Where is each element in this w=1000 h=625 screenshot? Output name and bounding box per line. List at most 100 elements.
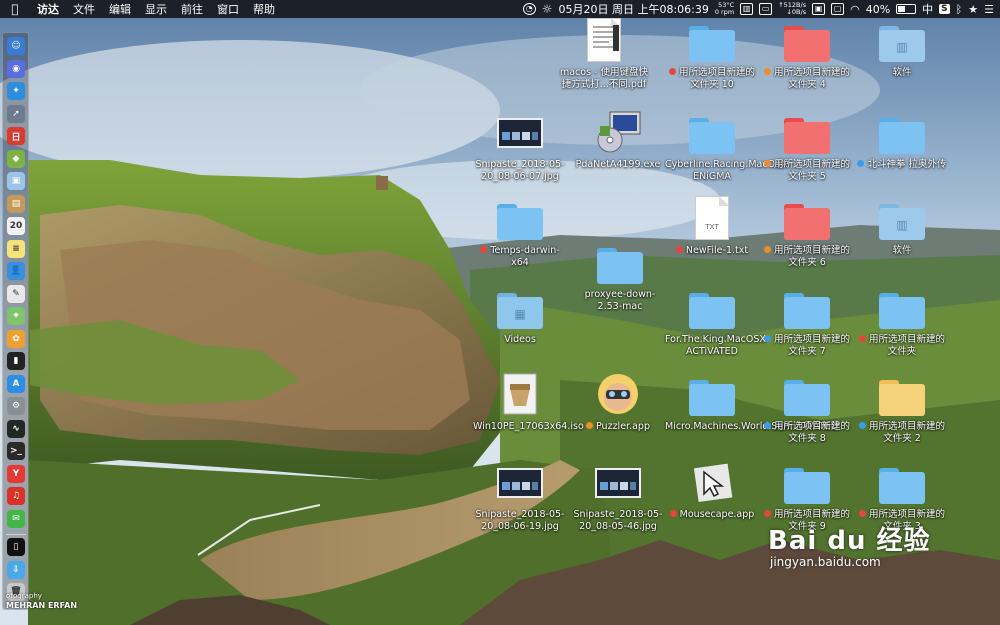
- android-icon[interactable]: ◆: [7, 149, 25, 168]
- desktop-item[interactable]: Snipaste_2018-05-20_08-06-19.jpg: [473, 460, 567, 533]
- desktop-item[interactable]: ▥ 软件: [855, 196, 949, 257]
- desktop-item-thumbnail: [760, 18, 854, 62]
- menu-view[interactable]: 显示: [138, 1, 174, 17]
- desktop-item[interactable]: Mousecape.app: [665, 460, 759, 521]
- desktop-item-name: PdaNetA4199.exe: [575, 159, 661, 170]
- image-file-icon: [595, 468, 641, 498]
- wechat-icon[interactable]: ✉: [7, 509, 25, 528]
- menu-help[interactable]: 帮助: [246, 1, 282, 17]
- activity-monitor-icon[interactable]: ∿: [7, 419, 25, 438]
- dock-app-glyph: ▤: [11, 198, 21, 209]
- desktop-item-label: NewFile-1.txt: [665, 245, 759, 257]
- menu-file[interactable]: 文件: [66, 1, 102, 17]
- menu-finder[interactable]: 访达: [30, 1, 66, 17]
- desktop-item[interactable]: ▦ Videos: [473, 285, 567, 346]
- folder-red-icon: [784, 118, 830, 154]
- desktop-item[interactable]: ▥ 软件: [855, 18, 949, 79]
- battery-icon[interactable]: [896, 4, 917, 14]
- maps-icon[interactable]: ⌖: [7, 307, 25, 325]
- safari-icon[interactable]: ✦: [7, 82, 25, 100]
- desktop-item-label: 用所选项目新建的文件夹 6: [760, 245, 854, 269]
- desktop-item[interactable]: 用所选项目新建的文件夹 5: [760, 110, 854, 183]
- desktop-item[interactable]: Temps-darwin-x64: [473, 196, 567, 269]
- notes-icon[interactable]: ≡: [7, 239, 25, 258]
- notes-brown-icon[interactable]: ▤: [7, 194, 25, 213]
- photos-icon[interactable]: ✿: [7, 329, 25, 348]
- desktop-item[interactable]: 用所选项目新建的文件夹 8: [760, 372, 854, 445]
- dock-app-glyph: ▮: [13, 356, 19, 366]
- sogou-icon[interactable]: S: [939, 4, 950, 14]
- calendar-icon[interactable]: 20: [7, 217, 25, 235]
- terminal-dark-icon[interactable]: ▮: [7, 352, 25, 370]
- disk-image-icon: [503, 373, 537, 415]
- menu-bar-status: ◔ ☼ 05月20日 周日 上午08:06:39 53°C 0 rpm ▥ ▭ …: [517, 0, 994, 18]
- desktop-item[interactable]: 北斗神拳 拉奥外传: [855, 110, 949, 171]
- yandex-icon[interactable]: Y: [7, 464, 25, 483]
- desktop-item-label: Mousecape.app: [665, 509, 759, 521]
- desktop-item[interactable]: 用所选项目新建的文件夹 2: [855, 372, 949, 445]
- desktop-item[interactable]: PdaNetA4199.exe: [571, 110, 665, 171]
- photo-credit-line2: MEHRAN ERFAN: [6, 601, 78, 610]
- desktop-item[interactable]: Micro.Machines.World.Seri...TiVATED: [665, 372, 838, 433]
- memory-icon[interactable]: ▥: [740, 3, 754, 15]
- desktop-item[interactable]: 用所选项目新建的文件夹 6: [760, 196, 854, 269]
- desktop-item[interactable]: Win10PE_17063x64.iso: [473, 372, 584, 433]
- terminal-icon[interactable]: >_: [7, 442, 25, 460]
- menu-edit[interactable]: 编辑: [102, 1, 138, 17]
- input-method[interactable]: 中: [922, 1, 933, 17]
- menu-window[interactable]: 窗口: [210, 1, 246, 17]
- desktop-item[interactable]: For.The.King.MacOSX-ACTiVATED: [665, 285, 769, 358]
- desktop-item[interactable]: 用所选项目新建的文件夹 10: [665, 18, 759, 91]
- launchpad-icon[interactable]: ➚: [7, 104, 25, 123]
- desktop-item[interactable]: proxyee-down-2.53-mac: [573, 240, 667, 313]
- desktop-item[interactable]: Snipaste_2018-05-20_08-06-07.jpg: [473, 110, 567, 183]
- textedit-icon[interactable]: ✎: [7, 284, 25, 303]
- desktop-item[interactable]: TXT NewFile-1.txt: [665, 196, 759, 257]
- dock-app-glyph: ♫: [11, 491, 21, 501]
- clock-icon[interactable]: ◔: [522, 3, 536, 15]
- dock-app-glyph: ✎: [12, 288, 20, 299]
- desktop-item[interactable]: macos - 使用键盘快捷方式打...不同.pdf: [557, 18, 651, 91]
- monitor-icon[interactable]: ▢: [831, 3, 845, 15]
- bluetooth-icon[interactable]: ᛒ: [956, 3, 963, 16]
- finder-icon[interactable]: ☺: [7, 37, 25, 55]
- app-store-icon[interactable]: A: [7, 374, 25, 393]
- desktop-item[interactable]: 用所选项目新建的文件夹 4: [760, 18, 854, 91]
- brightness-icon[interactable]: ☼: [542, 2, 553, 16]
- wifi-icon[interactable]: ◠: [850, 3, 860, 16]
- iphone-icon[interactable]: ▯: [7, 538, 25, 556]
- watermark-main: Bai du 经验: [768, 526, 931, 556]
- battery-percent[interactable]: 40%: [866, 3, 890, 16]
- keyboard-icon[interactable]: ▭: [759, 3, 773, 15]
- photo-credit-line1: otography: [6, 592, 42, 600]
- downloads-folder-icon[interactable]: ⇩: [7, 560, 25, 579]
- siri-icon[interactable]: ◉: [7, 59, 25, 78]
- desktop-item[interactable]: Puzzler.app: [571, 372, 665, 433]
- desktop-item-thumbnail: [571, 460, 665, 504]
- screen-icon[interactable]: ▣: [812, 3, 826, 15]
- system-preferences-icon[interactable]: ⚙: [7, 397, 25, 415]
- apple-icon[interactable]: : [0, 2, 30, 16]
- desktop-item[interactable]: 用所选项目新建的文件夹 7: [760, 285, 854, 358]
- netease-music-icon[interactable]: ♫: [7, 487, 25, 505]
- desktop-item-name: For.The.King.MacOSX-ACTiVATED: [665, 334, 769, 357]
- desktop-item[interactable]: Cyberline.Racing.MacOSX-ENiGMA: [665, 110, 791, 183]
- desktop-item[interactable]: Snipaste_2018-05-20_08-05-46.jpg: [571, 460, 665, 533]
- preview-icon[interactable]: ▣: [7, 172, 25, 190]
- desktop-item-thumbnail: [855, 372, 949, 416]
- star-icon[interactable]: ★: [968, 3, 978, 16]
- color-tag-icon: [857, 160, 865, 167]
- dock-app-glyph: ▯: [13, 542, 19, 552]
- temperature-readout[interactable]: 53°C 0 rpm: [715, 2, 734, 16]
- network-speed[interactable]: ↑512B/s ↓0B/s: [778, 2, 806, 16]
- folder-red-icon: [784, 204, 830, 240]
- contacts-icon[interactable]: 👤: [7, 262, 25, 280]
- desktop-item-thumbnail: [473, 372, 567, 416]
- baidu-watermark: Bai du 经验 jingyan.baidu.com: [768, 520, 931, 569]
- datetime[interactable]: 05月20日 周日 上午08:06:39: [558, 1, 708, 17]
- desktop-item[interactable]: 用所选项目新建的文件夹: [855, 285, 949, 358]
- menu-go[interactable]: 前往: [174, 1, 210, 17]
- desktop-item-label: PdaNetA4199.exe: [571, 159, 665, 171]
- menu-list-icon[interactable]: ☰: [984, 3, 994, 16]
- calendar-red-icon[interactable]: 日: [7, 127, 25, 145]
